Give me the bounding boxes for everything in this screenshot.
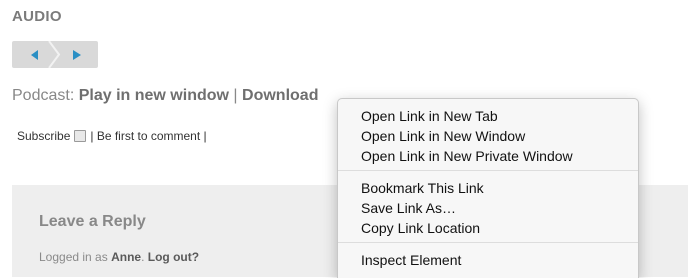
speaker-left-icon: [30, 49, 38, 60]
audio-section-title: AUDIO: [12, 8, 62, 25]
podcast-line: Podcast: Play in new window | Download: [12, 87, 318, 105]
menu-group-link: Bookmark This Link Save Link As… Copy Li…: [338, 171, 638, 242]
username: Anne: [111, 250, 142, 264]
comment-count-text: | Be first to comment |: [90, 129, 207, 143]
play-in-new-window-link[interactable]: Play in new window: [79, 87, 229, 104]
reply-title: Leave a Reply: [39, 213, 146, 230]
subscribe-label[interactable]: Subscribe: [17, 129, 70, 143]
subscribe-line: Subscribe | Be first to comment |: [17, 129, 207, 143]
context-menu: Open Link in New Tab Open Link in New Wi…: [337, 98, 639, 278]
menu-item-bookmark-link[interactable]: Bookmark This Link: [338, 178, 638, 198]
logged-in-line: Logged in as Anne. Log out?: [39, 250, 200, 264]
menu-item-open-new-window[interactable]: Open Link in New Window: [338, 126, 638, 146]
rss-icon[interactable]: [74, 130, 87, 142]
logged-in-prefix: Logged in as: [39, 250, 108, 264]
play-button[interactable]: [55, 41, 98, 68]
menu-item-copy-link-location[interactable]: Copy Link Location: [338, 218, 638, 238]
menu-item-inspect-element[interactable]: Inspect Element: [338, 250, 638, 270]
podcast-label: Podcast:: [12, 87, 75, 104]
audio-player: [12, 40, 98, 69]
play-icon: [72, 49, 81, 60]
podcast-separator: |: [233, 87, 238, 104]
menu-item-open-new-tab[interactable]: Open Link in New Tab: [338, 106, 638, 126]
menu-item-save-link-as[interactable]: Save Link As…: [338, 198, 638, 218]
download-link[interactable]: Download: [242, 87, 318, 104]
menu-group-open: Open Link in New Tab Open Link in New Wi…: [338, 99, 638, 170]
menu-item-open-private-window[interactable]: Open Link in New Private Window: [338, 146, 638, 166]
menu-group-inspect: Inspect Element: [338, 243, 638, 274]
logout-link[interactable]: Log out?: [148, 250, 199, 264]
